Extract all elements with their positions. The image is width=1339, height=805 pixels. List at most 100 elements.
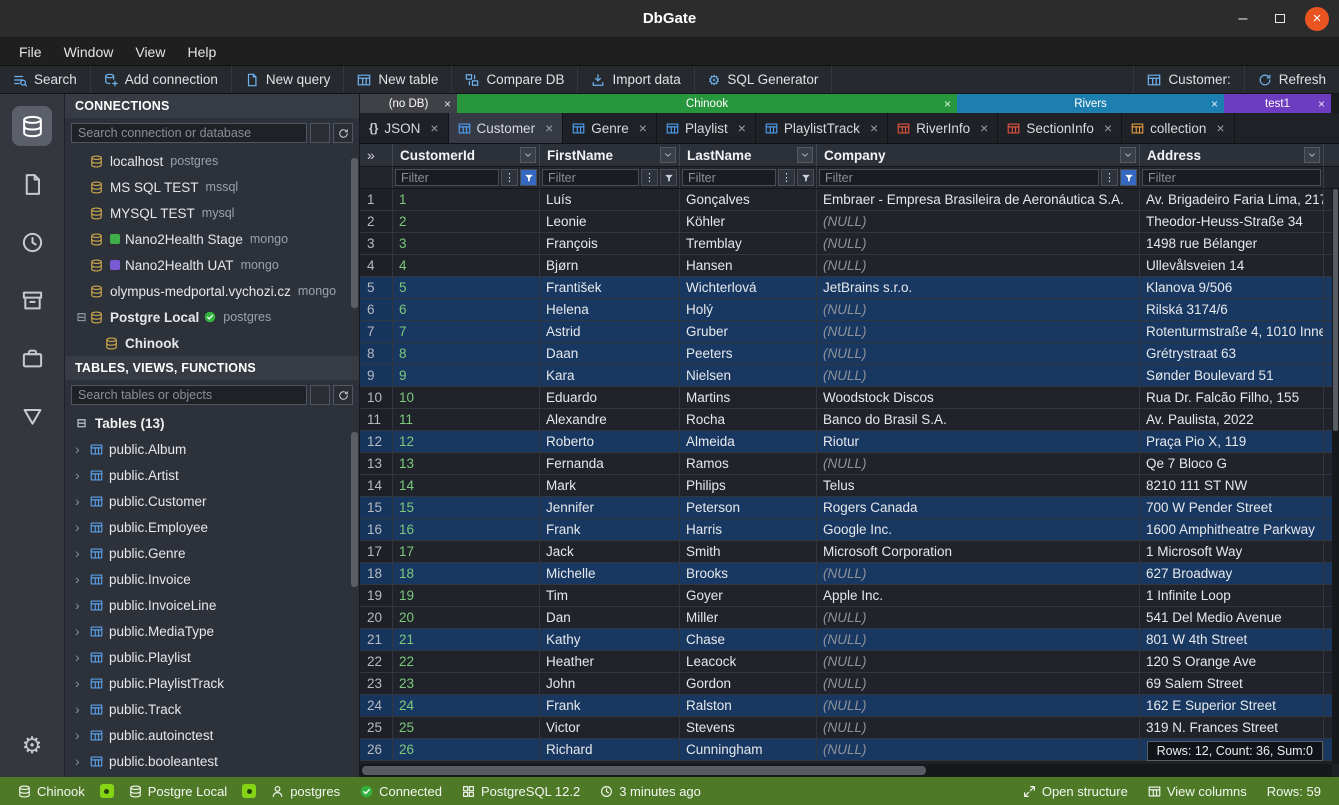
status-rows-59[interactable]: Rows: 59 <box>1257 784 1331 799</box>
grid-cell[interactable]: Riotur <box>817 431 1140 452</box>
filter-menu-icon[interactable]: ⋮ <box>778 169 795 186</box>
close-icon[interactable]: × <box>870 120 878 136</box>
table-item-public-track[interactable]: ›public.Track <box>65 696 359 722</box>
table-item-public-playlist[interactable]: ›public.Playlist <box>65 644 359 670</box>
filter-input-firstname[interactable] <box>542 169 639 186</box>
grid-cell[interactable]: Rotenturmstraße 4, 1010 Innere Stadt <box>1140 321 1324 342</box>
row-number[interactable]: 25 <box>360 717 393 738</box>
grid-cell[interactable]: 801 W 4th Street <box>1140 629 1324 650</box>
tab-genre[interactable]: Genre× <box>563 113 657 143</box>
close-icon[interactable]: × <box>1211 97 1218 111</box>
grid-cell[interactable]: 24 <box>393 695 540 716</box>
grid-cell[interactable]: (NULL) <box>817 695 1140 716</box>
chevron-right-icon[interactable]: › <box>75 545 84 561</box>
grid-cell[interactable]: 1 Infinite Loop <box>1140 585 1324 606</box>
grid-cell[interactable]: 1 <box>393 189 540 210</box>
chevron-down-icon[interactable] <box>1120 147 1136 163</box>
maximize-button[interactable] <box>1268 7 1292 31</box>
grid-cell[interactable]: Hansen <box>680 255 817 276</box>
grid-cell[interactable]: (NULL) <box>817 629 1140 650</box>
grid-cell[interactable]: Theodor-Heuss-Straße 34 <box>1140 211 1324 232</box>
minimize-button[interactable]: – <box>1231 7 1255 31</box>
grid-row[interactable]: 2121KathyChase(NULL)801 W 4th Street <box>360 629 1332 651</box>
grid-cell[interactable]: Brooks <box>680 563 817 584</box>
grid-cell[interactable]: (NULL) <box>817 563 1140 584</box>
grid-row[interactable]: 66HelenaHolý(NULL)Rilská 3174/6 <box>360 299 1332 321</box>
status-chinook[interactable]: Chinook <box>8 784 95 799</box>
grid-cell[interactable]: 3 <box>393 233 540 254</box>
close-icon[interactable]: × <box>430 120 438 136</box>
grid-cell[interactable]: Heather <box>540 651 680 672</box>
db-group-tab-rivers[interactable]: Rivers× <box>957 94 1224 113</box>
status-postgresql-12-2[interactable]: PostgreSQL 12.2 <box>452 784 590 799</box>
grid-cell[interactable]: Daan <box>540 343 680 364</box>
tab-riverinfo[interactable]: RiverInfo× <box>888 113 998 143</box>
grid-row[interactable]: 44BjørnHansen(NULL)Ullevålsveien 14 <box>360 255 1332 277</box>
row-number[interactable]: 15 <box>360 497 393 518</box>
column-header-customerid[interactable]: CustomerId <box>393 144 540 166</box>
grid-cell[interactable]: 10 <box>393 387 540 408</box>
toolbar-new-table[interactable]: New table <box>344 66 452 93</box>
grid-row[interactable]: 2020DanMiller(NULL)541 Del Medio Avenue <box>360 607 1332 629</box>
menu-window[interactable]: Window <box>53 41 125 63</box>
table-item-public-artist[interactable]: ›public.Artist <box>65 462 359 488</box>
grid-row[interactable]: 1212RobertoAlmeidaRioturPraça Pio X, 119 <box>360 431 1332 453</box>
grid-cell[interactable]: 541 Del Medio Avenue <box>1140 607 1324 628</box>
sidebar-cell-data[interactable] <box>12 396 52 436</box>
grid-cell[interactable]: (NULL) <box>817 739 1140 760</box>
menu-file[interactable]: File <box>8 41 53 63</box>
database-chinook[interactable]: Chinook <box>65 330 359 356</box>
grid-cell[interactable]: Richard <box>540 739 680 760</box>
table-item-public-employee[interactable]: ›public.Employee <box>65 514 359 540</box>
grid-row[interactable]: 1010EduardoMartinsWoodstock DiscosRua Dr… <box>360 387 1332 409</box>
row-number[interactable]: 10 <box>360 387 393 408</box>
grid-cell[interactable]: Gonçalves <box>680 189 817 210</box>
status-view-columns[interactable]: View columns <box>1138 784 1257 799</box>
row-number[interactable]: 5 <box>360 277 393 298</box>
collapse-icon[interactable]: ⊟ <box>73 416 90 430</box>
grid-cell[interactable]: Chase <box>680 629 817 650</box>
grid-row[interactable]: 2424FrankRalston(NULL)162 E Superior Str… <box>360 695 1332 717</box>
grid-cell[interactable]: 5 <box>393 277 540 298</box>
column-header-lastname[interactable]: LastName <box>680 144 817 166</box>
close-icon[interactable]: × <box>545 120 553 136</box>
row-number[interactable]: 4 <box>360 255 393 276</box>
chevron-right-icon[interactable]: › <box>75 623 84 639</box>
grid-cell[interactable]: 627 Broadway <box>1140 563 1324 584</box>
grid-cell[interactable]: Tim <box>540 585 680 606</box>
grid-row[interactable]: 22LeonieKöhler(NULL)Theodor-Heuss-Straße… <box>360 211 1332 233</box>
grid-cell[interactable]: JetBrains s.r.o. <box>817 277 1140 298</box>
row-number[interactable]: 12 <box>360 431 393 452</box>
row-number[interactable]: 3 <box>360 233 393 254</box>
sidebar-files[interactable] <box>12 164 52 204</box>
grid-row[interactable]: 1313FernandaRamos(NULL)Qe 7 Bloco G <box>360 453 1332 475</box>
grid-cell[interactable]: Wichterlová <box>680 277 817 298</box>
close-button[interactable]: × <box>1305 7 1329 31</box>
db-group-tab-test1[interactable]: test1× <box>1224 94 1331 113</box>
grid-cell[interactable]: Astrid <box>540 321 680 342</box>
tab-json[interactable]: {}JSON× <box>360 113 449 143</box>
table-item-public-autoinctest[interactable]: ›public.autoinctest <box>65 722 359 748</box>
grid-cell[interactable]: Microsoft Corporation <box>817 541 1140 562</box>
grid-cell[interactable]: 120 S Orange Ave <box>1140 651 1324 672</box>
toolbar-search[interactable]: Search <box>0 66 91 93</box>
grid-cell[interactable]: Bjørn <box>540 255 680 276</box>
grid-cell[interactable]: Jack <box>540 541 680 562</box>
grid-row[interactable]: 33FrançoisTremblay(NULL)1498 rue Bélange… <box>360 233 1332 255</box>
row-number[interactable]: 26 <box>360 739 393 760</box>
grid-cell[interactable]: Rogers Canada <box>817 497 1140 518</box>
table-item-public-mediatype[interactable]: ›public.MediaType <box>65 618 359 644</box>
tab-playlist[interactable]: Playlist× <box>657 113 756 143</box>
chevron-right-icon[interactable]: › <box>75 753 84 769</box>
grid-cell[interactable]: Peterson <box>680 497 817 518</box>
grid-cell[interactable]: Kathy <box>540 629 680 650</box>
close-icon[interactable]: × <box>944 97 951 111</box>
db-group-tab-chinook[interactable]: Chinook× <box>457 94 957 113</box>
grid-cell[interactable]: Tremblay <box>680 233 817 254</box>
grid-cell[interactable]: Sønder Boulevard 51 <box>1140 365 1324 386</box>
filter-menu-icon[interactable]: ⋮ <box>501 169 518 186</box>
row-number[interactable]: 22 <box>360 651 393 672</box>
funnel-icon[interactable] <box>797 169 814 186</box>
toolbar-sql-generator[interactable]: ⚙SQL Generator <box>695 66 833 93</box>
row-number[interactable]: 7 <box>360 321 393 342</box>
